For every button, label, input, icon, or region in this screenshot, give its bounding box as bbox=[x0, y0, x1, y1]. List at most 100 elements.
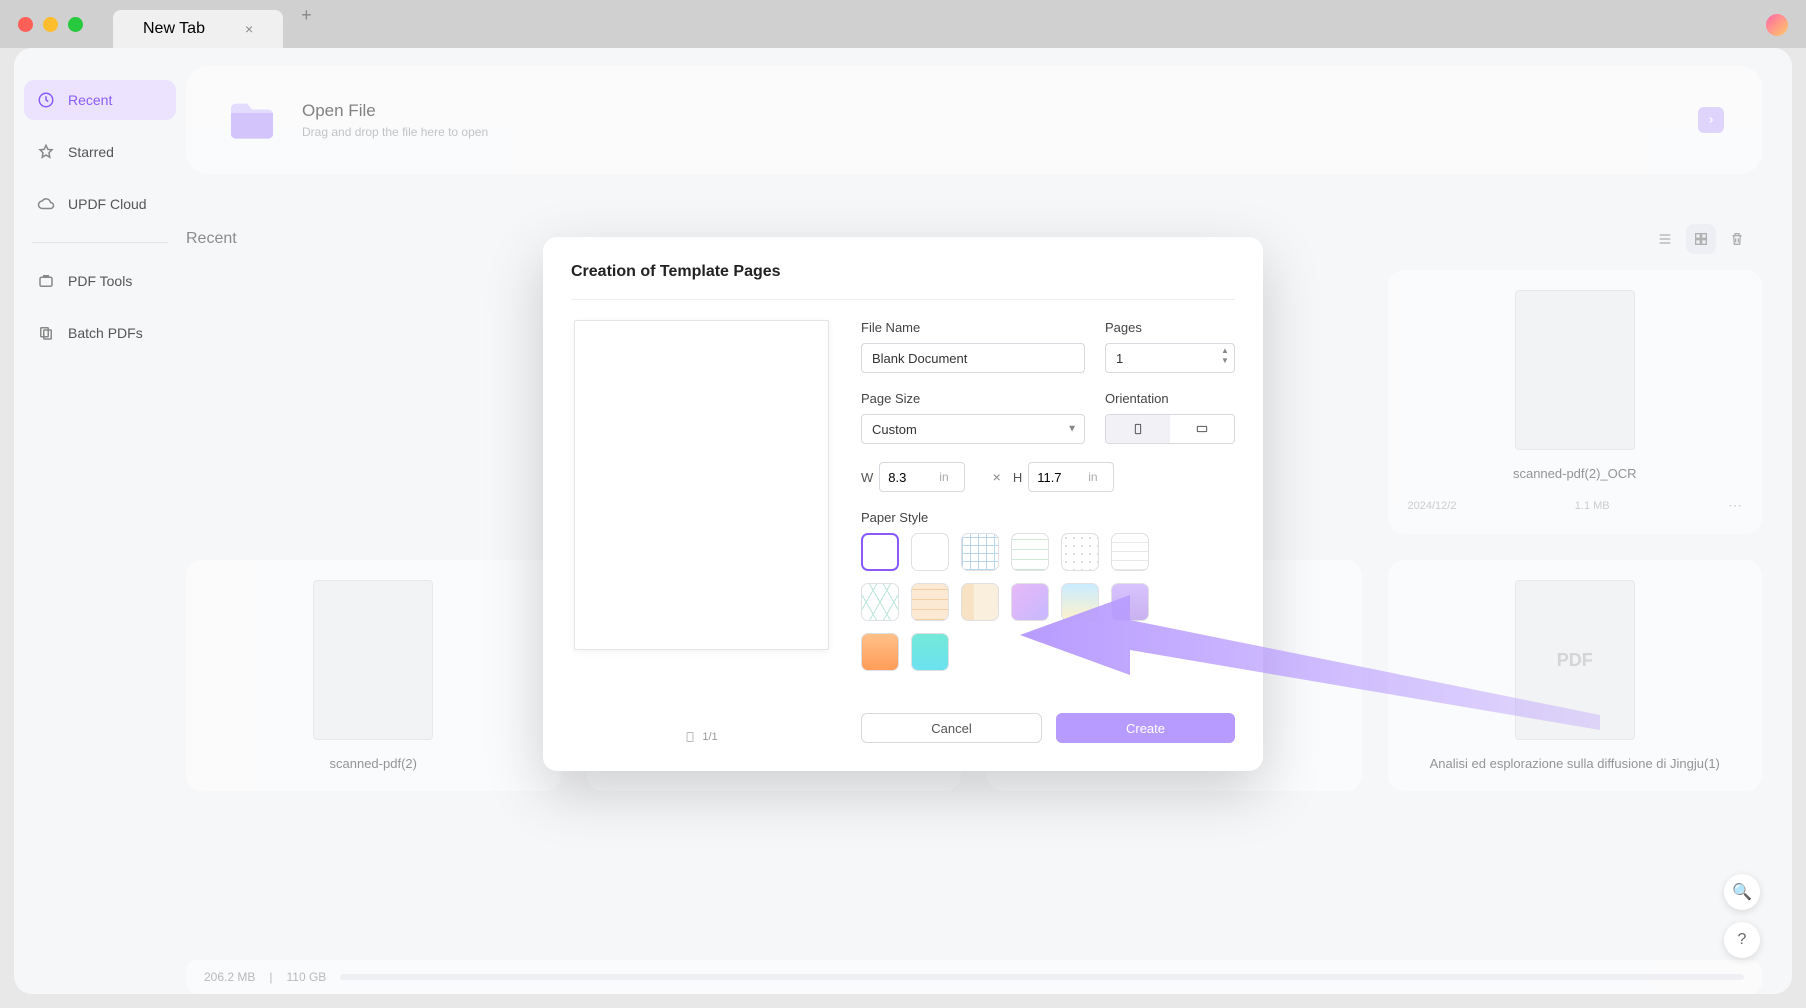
help-button[interactable]: ? bbox=[1724, 922, 1760, 958]
storage-used: 206.2 MB bbox=[204, 970, 255, 984]
batch-icon bbox=[36, 323, 56, 343]
star-icon bbox=[36, 142, 56, 162]
sidebar-item-label: PDF Tools bbox=[68, 273, 132, 289]
open-file-card[interactable]: Open File Drag and drop the file here to… bbox=[186, 66, 1762, 174]
folder-icon bbox=[224, 92, 280, 148]
spin-down-icon[interactable]: ▼ bbox=[1219, 357, 1231, 367]
page-size-label: Page Size bbox=[861, 391, 1085, 406]
paper-style-swatch[interactable] bbox=[1061, 583, 1099, 621]
paper-style-section: Paper Style bbox=[861, 510, 1235, 671]
close-tab-icon[interactable]: × bbox=[245, 21, 253, 37]
storage-bar: 206.2 MB | 110 GB bbox=[186, 960, 1762, 994]
portrait-button[interactable] bbox=[1106, 415, 1170, 443]
pages-input[interactable] bbox=[1105, 343, 1235, 373]
zoom-window-button[interactable] bbox=[68, 17, 83, 32]
paper-style-grid bbox=[861, 533, 1235, 671]
more-icon[interactable]: ⋯ bbox=[1728, 497, 1742, 514]
modal-actions: Cancel Create bbox=[861, 713, 1235, 743]
sidebar-item-label: UPDF Cloud bbox=[68, 196, 147, 212]
tab-new-tab[interactable]: New Tab × bbox=[113, 10, 283, 48]
width-input[interactable] bbox=[879, 462, 965, 492]
paper-style-swatch[interactable] bbox=[911, 583, 949, 621]
paper-style-swatch[interactable] bbox=[861, 533, 899, 571]
doc-title: Analisi ed esplorazione sulla diffusione… bbox=[1430, 756, 1720, 771]
orientation-toggle bbox=[1105, 414, 1235, 444]
doc-card[interactable]: scanned-pdf(2)_OCR 2024/12/2 1.1 MB ⋯ bbox=[1388, 270, 1763, 534]
doc-card[interactable]: scanned-pdf(2) bbox=[186, 560, 561, 791]
preview-footer: 1/1 bbox=[684, 717, 717, 743]
paper-style-swatch[interactable] bbox=[1061, 533, 1099, 571]
tab-title: New Tab bbox=[143, 20, 205, 38]
page-preview bbox=[574, 320, 829, 650]
row-size-orient: Page Size Custom ▼ Orientation bbox=[861, 391, 1235, 444]
storage-total: 110 GB bbox=[287, 970, 327, 984]
paper-style-swatch[interactable] bbox=[1011, 533, 1049, 571]
sidebar-item-label: Recent bbox=[68, 92, 112, 108]
landscape-button[interactable] bbox=[1170, 415, 1234, 443]
page-size-select[interactable]: Custom bbox=[861, 414, 1085, 444]
height-input[interactable] bbox=[1028, 462, 1114, 492]
paper-style-swatch[interactable] bbox=[1011, 583, 1049, 621]
doc-thumbnail bbox=[1515, 290, 1635, 450]
dimensions-row: W in × H in bbox=[861, 462, 1235, 492]
doc-meta: 2024/12/2 1.1 MB ⋯ bbox=[1408, 497, 1743, 514]
sidebar-item-updf-cloud[interactable]: UPDF Cloud bbox=[24, 184, 176, 224]
form-column: File Name Pages ▲ ▼ bbox=[861, 320, 1235, 743]
page-icon bbox=[684, 731, 696, 743]
view-switch bbox=[1650, 224, 1752, 254]
sidebar-separator bbox=[32, 242, 168, 243]
sidebar-item-recent[interactable]: Recent bbox=[24, 80, 176, 120]
file-name-label: File Name bbox=[861, 320, 1085, 335]
search-icon: 🔍 bbox=[1732, 882, 1752, 902]
avatar[interactable] bbox=[1766, 14, 1788, 36]
cancel-button[interactable]: Cancel bbox=[861, 713, 1042, 743]
close-window-button[interactable] bbox=[18, 17, 33, 32]
paper-style-swatch[interactable] bbox=[961, 583, 999, 621]
paper-style-swatch[interactable] bbox=[1111, 533, 1149, 571]
create-button[interactable]: Create bbox=[1056, 713, 1235, 743]
new-tab-button[interactable]: + bbox=[293, 5, 320, 43]
file-name-input[interactable] bbox=[861, 343, 1085, 373]
minimize-window-button[interactable] bbox=[43, 17, 58, 32]
open-file-text: Open File Drag and drop the file here to… bbox=[302, 101, 488, 139]
doc-card[interactable]: PDF Analisi ed esplorazione sulla diffus… bbox=[1388, 560, 1763, 791]
paper-style-swatch[interactable] bbox=[961, 533, 999, 571]
row-name-pages: File Name Pages ▲ ▼ bbox=[861, 320, 1235, 373]
doc-date: 2024/12/2 bbox=[1408, 500, 1457, 512]
sidebar-item-starred[interactable]: Starred bbox=[24, 132, 176, 172]
width-label: W bbox=[861, 470, 873, 485]
paper-style-swatch[interactable] bbox=[861, 633, 899, 671]
paper-style-swatch[interactable] bbox=[911, 533, 949, 571]
template-modal: Creation of Template Pages 1/1 File Name bbox=[543, 237, 1263, 771]
sidebar-item-pdf-tools[interactable]: PDF Tools bbox=[24, 261, 176, 301]
storage-track bbox=[340, 974, 1744, 980]
paper-style-swatch[interactable] bbox=[911, 633, 949, 671]
paper-style-label: Paper Style bbox=[861, 510, 1235, 525]
pages-spinner: ▲ ▼ bbox=[1219, 347, 1231, 367]
search-button[interactable]: 🔍 bbox=[1724, 874, 1760, 910]
doc-title: scanned-pdf(2)_OCR bbox=[1513, 466, 1637, 481]
sidebar-item-label: Starred bbox=[68, 144, 114, 160]
sidebar-item-batch-pdfs[interactable]: Batch PDFs bbox=[24, 313, 176, 353]
list-view-button[interactable] bbox=[1650, 224, 1680, 254]
modal-body: 1/1 File Name Pages ▲ bbox=[571, 320, 1235, 743]
delete-button[interactable] bbox=[1722, 224, 1752, 254]
cloud-icon bbox=[36, 194, 56, 214]
grid-view-button[interactable] bbox=[1686, 224, 1716, 254]
times-icon: × bbox=[993, 469, 1001, 485]
orientation-label: Orientation bbox=[1105, 391, 1235, 406]
clock-icon bbox=[36, 90, 56, 110]
modal-title: Creation of Template Pages bbox=[571, 263, 1235, 281]
sidebar: Recent Starred UPDF Cloud PDF Tools Bat bbox=[14, 48, 186, 994]
open-file-subtitle: Drag and drop the file here to open bbox=[302, 125, 488, 139]
paper-style-swatch[interactable] bbox=[1111, 583, 1149, 621]
modal-divider bbox=[571, 299, 1235, 300]
sidebar-item-label: Batch PDFs bbox=[68, 325, 143, 341]
open-file-arrow-button[interactable] bbox=[1698, 107, 1724, 133]
storage-sep: | bbox=[269, 970, 272, 984]
preview-column: 1/1 bbox=[571, 320, 831, 743]
paper-style-swatch[interactable] bbox=[861, 583, 899, 621]
open-file-title: Open File bbox=[302, 101, 488, 121]
recent-heading: Recent bbox=[186, 230, 237, 248]
tab-bar: New Tab × + bbox=[113, 5, 320, 43]
